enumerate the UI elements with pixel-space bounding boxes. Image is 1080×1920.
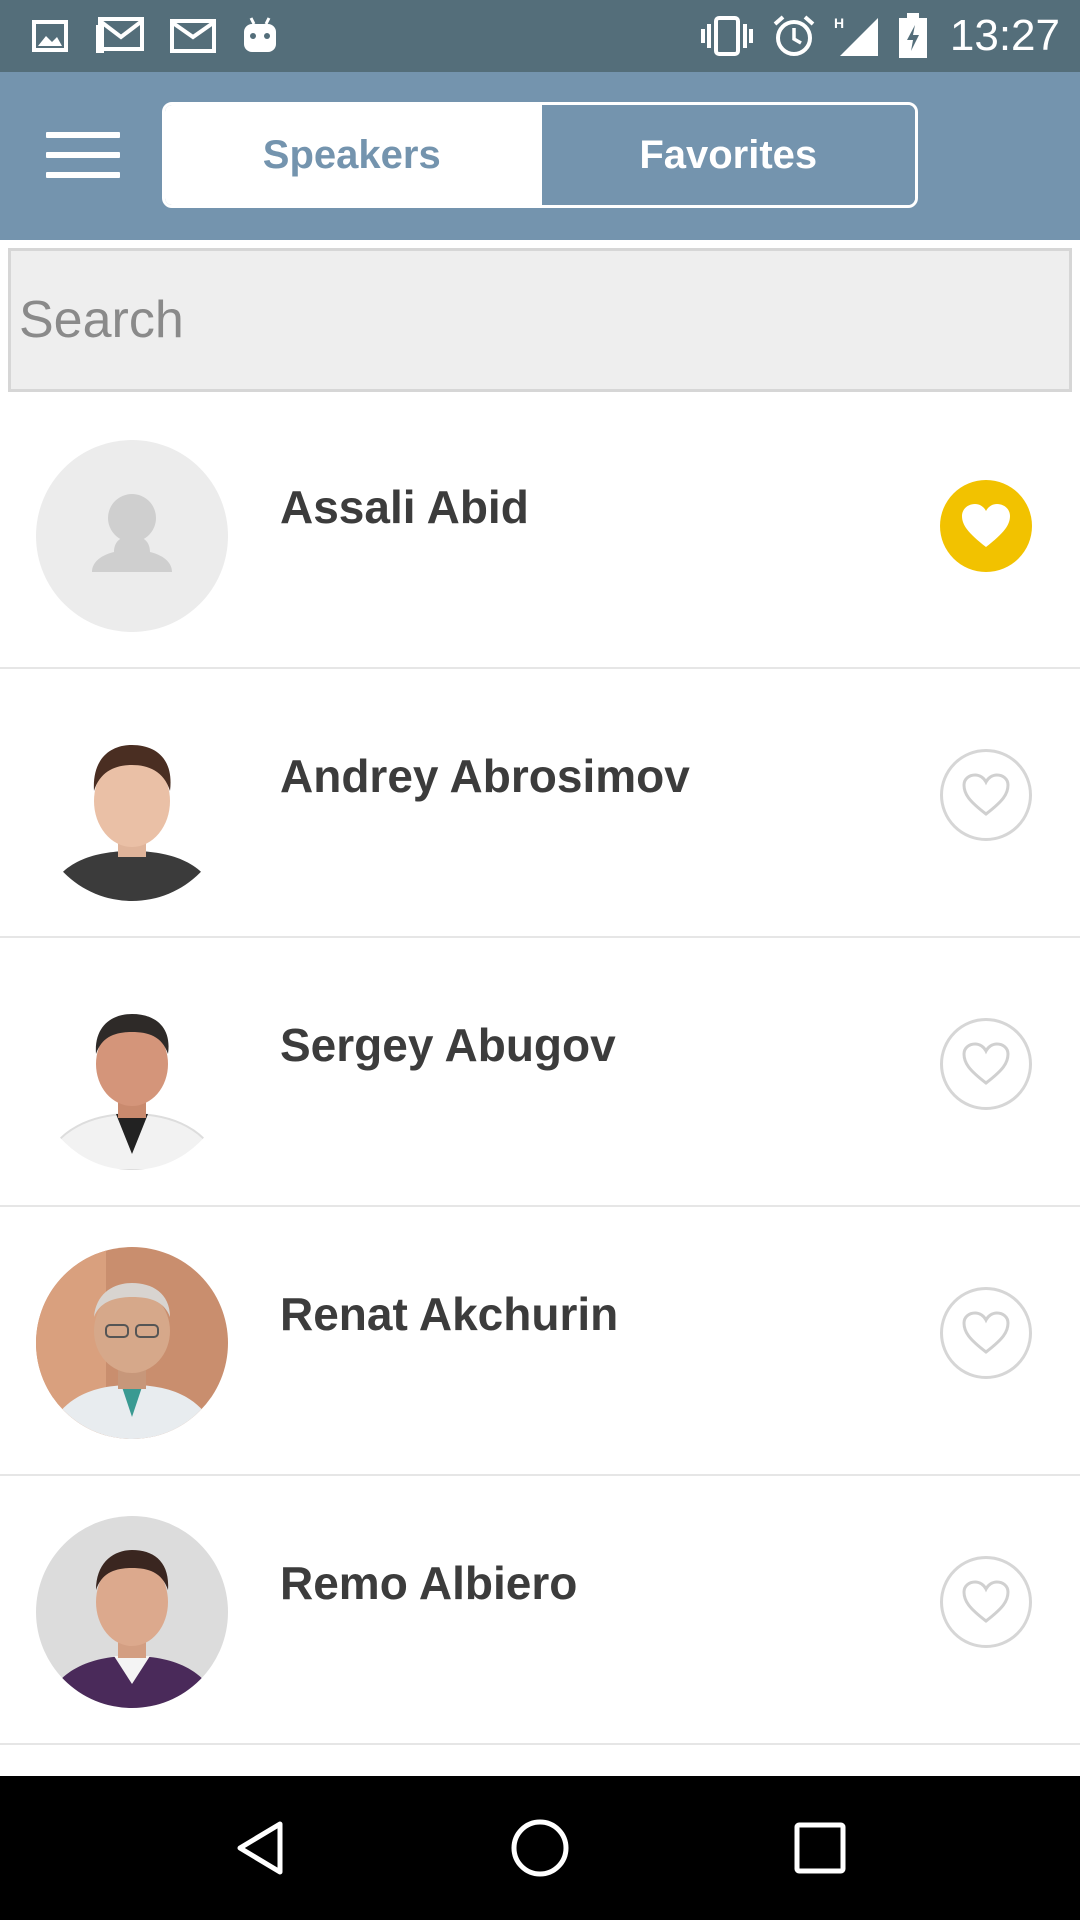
speaker-photo [36, 978, 228, 1170]
avatar [36, 709, 228, 901]
speaker-name: Andrey Abrosimov [280, 750, 690, 802]
heart-outline-icon [962, 1580, 1010, 1623]
favorite-button[interactable] [940, 480, 1032, 572]
speaker-name: Assali Abid [280, 481, 529, 533]
menu-bar [46, 152, 120, 158]
heart-outline-icon [962, 773, 1010, 816]
navigation-bar [0, 1776, 1080, 1920]
heart-outline-icon [962, 1042, 1010, 1085]
back-icon[interactable] [200, 1788, 320, 1908]
status-time: 13:27 [949, 11, 1060, 60]
avatar [36, 440, 228, 632]
heart-outline-icon [962, 1311, 1010, 1354]
gmail-icon [94, 17, 144, 55]
avatar [36, 978, 228, 1170]
app-header: Speakers Favorites [0, 72, 1080, 240]
network-type-text: H [834, 15, 844, 31]
android-icon [242, 16, 278, 56]
speaker-photo [36, 1516, 228, 1708]
signal-icon: H [834, 14, 880, 58]
search-bar [0, 240, 1080, 400]
favorite-button[interactable] [940, 749, 1032, 841]
list-item[interactable]: Renat Akchurin [0, 1207, 1080, 1476]
image-icon [32, 18, 68, 54]
search-input[interactable] [8, 248, 1072, 392]
avatar [36, 1516, 228, 1708]
recents-icon[interactable] [760, 1788, 880, 1908]
segmented-tabs: Speakers Favorites [162, 102, 918, 208]
status-notifications [32, 16, 304, 56]
list-item[interactable]: Andrey Abrosimov [0, 669, 1080, 938]
speaker-name: Remo Albiero [280, 1557, 578, 1609]
favorite-button[interactable] [940, 1556, 1032, 1648]
heart-filled-icon [962, 504, 1010, 547]
tab-favorites[interactable]: Favorites [538, 105, 915, 205]
speaker-photo [36, 1247, 228, 1439]
speaker-name: Sergey Abugov [280, 1019, 616, 1071]
status-bar: H 13:27 [0, 0, 1080, 72]
alarm-icon [772, 14, 816, 58]
list-item[interactable]: Assali Abid [0, 400, 1080, 669]
mail-icon [170, 19, 216, 53]
home-icon[interactable] [480, 1788, 600, 1908]
placeholder-avatar-icon [36, 440, 228, 632]
list-item[interactable]: Sergey Abugov [0, 938, 1080, 1207]
status-system: H 13:27 [682, 11, 1060, 61]
favorite-button[interactable] [940, 1287, 1032, 1379]
avatar [36, 1247, 228, 1439]
speaker-list: Assali Abid Andrey Abrosimov Sergey Abug… [0, 400, 1080, 1776]
list-item[interactable]: Remo Albiero [0, 1476, 1080, 1745]
menu-bar [46, 132, 120, 138]
menu-bar [46, 172, 120, 178]
hamburger-menu-icon[interactable] [46, 132, 120, 178]
favorite-button[interactable] [940, 1018, 1032, 1110]
vibrate-icon [700, 16, 754, 56]
battery-charging-icon [898, 13, 928, 59]
tab-speakers[interactable]: Speakers [165, 105, 539, 205]
speaker-name: Renat Akchurin [280, 1288, 619, 1340]
speaker-photo [36, 709, 228, 901]
